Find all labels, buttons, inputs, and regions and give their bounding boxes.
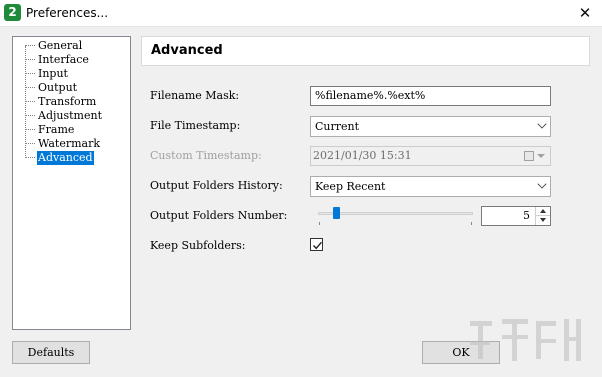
tree-item-interface[interactable]: Interface: [13, 53, 123, 67]
tree-item-input[interactable]: Input: [13, 67, 123, 81]
tree-item-output[interactable]: Output: [13, 81, 123, 95]
slider-thumb[interactable]: [332, 207, 340, 219]
output-folders-number-value: 5: [523, 209, 530, 222]
tree-item-label: Frame: [38, 123, 75, 136]
app-logo-icon: 2: [4, 4, 21, 21]
close-icon[interactable]: ✕: [568, 0, 602, 26]
spin-down-icon[interactable]: [535, 216, 550, 225]
title-bar: 2 Preferences... ✕: [0, 0, 602, 27]
tree-item-label: Transform: [38, 95, 97, 108]
panel-title: Advanced: [151, 43, 223, 58]
dropdown-arrow-icon: [537, 154, 545, 158]
window-title: Preferences...: [26, 6, 109, 20]
spin-up-icon[interactable]: [535, 207, 550, 216]
tree-item-transform[interactable]: Transform: [13, 95, 123, 109]
output-folders-history-dropdown[interactable]: Keep Recent: [310, 176, 551, 197]
keep-subfolders-checkbox[interactable]: [310, 238, 323, 251]
filename-mask-label: Filename Mask:: [150, 89, 240, 102]
chevron-down-icon: [537, 119, 547, 129]
custom-timestamp-picker: 2021/01/30 15:31: [310, 146, 551, 166]
output-folders-history-label: Output Folders History:: [150, 179, 283, 192]
calendar-icon: [524, 151, 534, 161]
output-folders-history-value: Keep Recent: [315, 180, 386, 193]
tree-item-general[interactable]: General: [13, 39, 123, 53]
tree-item-label: Output: [38, 81, 78, 94]
tree-item-label: Interface: [38, 53, 89, 66]
output-folders-number-label: Output Folders Number:: [150, 209, 288, 222]
chevron-down-icon: [537, 179, 547, 189]
filename-mask-input[interactable]: %filename%.%ext%: [310, 86, 551, 106]
checkmark-icon: [312, 241, 323, 250]
tree-item-label: Watermark: [38, 137, 101, 150]
output-folders-number-spinner[interactable]: 5: [481, 206, 551, 226]
tree-item-label: Input: [38, 67, 68, 80]
keep-subfolders-label: Keep Subfolders:: [150, 239, 246, 252]
tree-item-label: General: [38, 39, 83, 52]
file-timestamp-dropdown[interactable]: Current: [310, 116, 551, 137]
tree-item-adjustment[interactable]: Adjustment: [13, 109, 123, 123]
watermark-logo: [470, 319, 581, 361]
tree-item-label: Advanced: [37, 151, 94, 165]
slider-tick: [471, 222, 472, 225]
tree-item-watermark[interactable]: Watermark: [13, 137, 123, 151]
file-timestamp-value: Current: [315, 120, 360, 133]
tree-item-label: Adjustment: [38, 109, 102, 122]
category-tree[interactable]: General Interface Input Output Transform…: [12, 36, 131, 330]
custom-timestamp-label: Custom Timestamp:: [150, 149, 262, 162]
tree-item-frame[interactable]: Frame: [13, 123, 123, 137]
custom-timestamp-value: 2021/01/30 15:31: [313, 149, 412, 162]
output-folders-number-slider[interactable]: [318, 212, 473, 215]
defaults-button[interactable]: Defaults: [12, 341, 90, 364]
tree-item-advanced[interactable]: Advanced: [13, 151, 123, 165]
slider-tick: [319, 222, 320, 225]
panel-header: Advanced: [141, 36, 590, 66]
file-timestamp-label: File Timestamp:: [150, 119, 241, 132]
